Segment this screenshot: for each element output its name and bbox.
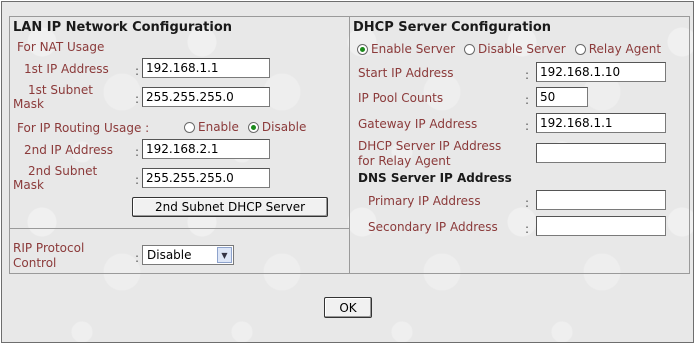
ip1-label: 1st IP Address xyxy=(24,62,109,76)
gateway-ip-colon: : xyxy=(525,119,530,133)
start-ip-colon: : xyxy=(525,68,530,82)
primary-dns-input[interactable] xyxy=(536,190,666,210)
chevron-down-icon[interactable]: ▼ xyxy=(217,247,232,263)
rip-label-line1: RIP Protocol xyxy=(13,241,85,255)
gateway-ip-input[interactable] xyxy=(536,113,666,133)
relay-server-label-line1: DHCP Server IP Address xyxy=(358,139,502,153)
mask1-input[interactable] xyxy=(142,87,270,107)
lan-config-title: LAN IP Network Configuration xyxy=(13,20,233,35)
ip2-colon: : xyxy=(135,145,140,159)
config-frame: LAN IP Network Configuration For NAT Usa… xyxy=(1,1,694,343)
disable-server-label: Disable Server xyxy=(478,42,566,56)
nat-usage-label: For NAT Usage xyxy=(17,40,105,54)
left-divider xyxy=(10,228,349,229)
mask2-colon: : xyxy=(135,173,140,187)
rip-protocol-select[interactable]: Disable ▼ xyxy=(142,245,234,265)
dhcp-config-panel: DHCP Server Configuration Enable Server … xyxy=(349,16,690,274)
rip-label-line2: Control xyxy=(13,256,57,270)
mask1-label-line2: Mask xyxy=(13,97,44,111)
secondary-dns-input[interactable] xyxy=(536,216,666,236)
primary-dns-label: Primary IP Address xyxy=(368,194,481,208)
routing-enable-radio[interactable] xyxy=(184,121,195,133)
relay-server-input[interactable] xyxy=(536,143,666,163)
dhcp-config-title: DHCP Server Configuration xyxy=(353,20,552,35)
dns-server-title: DNS Server IP Address xyxy=(358,171,512,185)
rip-colon: : xyxy=(135,251,140,265)
disable-server-radio[interactable] xyxy=(464,43,476,55)
relay-agent-radio[interactable] xyxy=(574,43,586,55)
secondary-dns-colon: : xyxy=(525,222,530,236)
routing-enable-label: Enable xyxy=(198,120,239,134)
ip1-input[interactable] xyxy=(142,58,270,78)
dhcp-mode-radio-group: Enable Server Disable Server Relay Agent xyxy=(357,42,670,56)
mask1-colon: : xyxy=(135,92,140,106)
start-ip-input[interactable] xyxy=(536,62,666,82)
relay-server-label-line2: for Relay Agent xyxy=(358,154,451,168)
routing-disable-label: Disable xyxy=(261,120,307,134)
lan-config-panel: LAN IP Network Configuration For NAT Usa… xyxy=(9,16,350,274)
gateway-ip-label: Gateway IP Address xyxy=(358,117,478,131)
secondary-dns-label: Secondary IP Address xyxy=(368,220,498,234)
enable-server-radio[interactable] xyxy=(357,43,368,55)
mask2-label-line1: 2nd Subnet xyxy=(28,164,98,178)
routing-radio-group: Enable Disable xyxy=(184,120,315,134)
enable-server-label: Enable Server xyxy=(371,42,456,56)
routing-disable-radio[interactable] xyxy=(247,121,259,133)
primary-dns-colon: : xyxy=(525,196,530,210)
mask2-label-line2: Mask xyxy=(13,178,44,192)
mask2-input[interactable] xyxy=(142,168,270,188)
ip-pool-label: IP Pool Counts xyxy=(358,91,444,105)
ok-button[interactable]: OK xyxy=(324,297,372,318)
ip2-input[interactable] xyxy=(142,139,270,159)
ip1-colon: : xyxy=(135,64,140,78)
routing-label: For IP Routing Usage : xyxy=(17,121,150,135)
mask1-label-line1: 1st Subnet xyxy=(28,83,93,97)
ip2-label: 2nd IP Address xyxy=(24,143,114,157)
subnet-dhcp-server-button[interactable]: 2nd Subnet DHCP Server xyxy=(132,197,328,217)
ip-pool-colon: : xyxy=(525,93,530,107)
relay-agent-label: Relay Agent xyxy=(588,42,662,56)
ip-pool-input[interactable] xyxy=(536,87,588,107)
start-ip-label: Start IP Address xyxy=(358,66,454,80)
rip-selected-value: Disable xyxy=(147,248,192,262)
